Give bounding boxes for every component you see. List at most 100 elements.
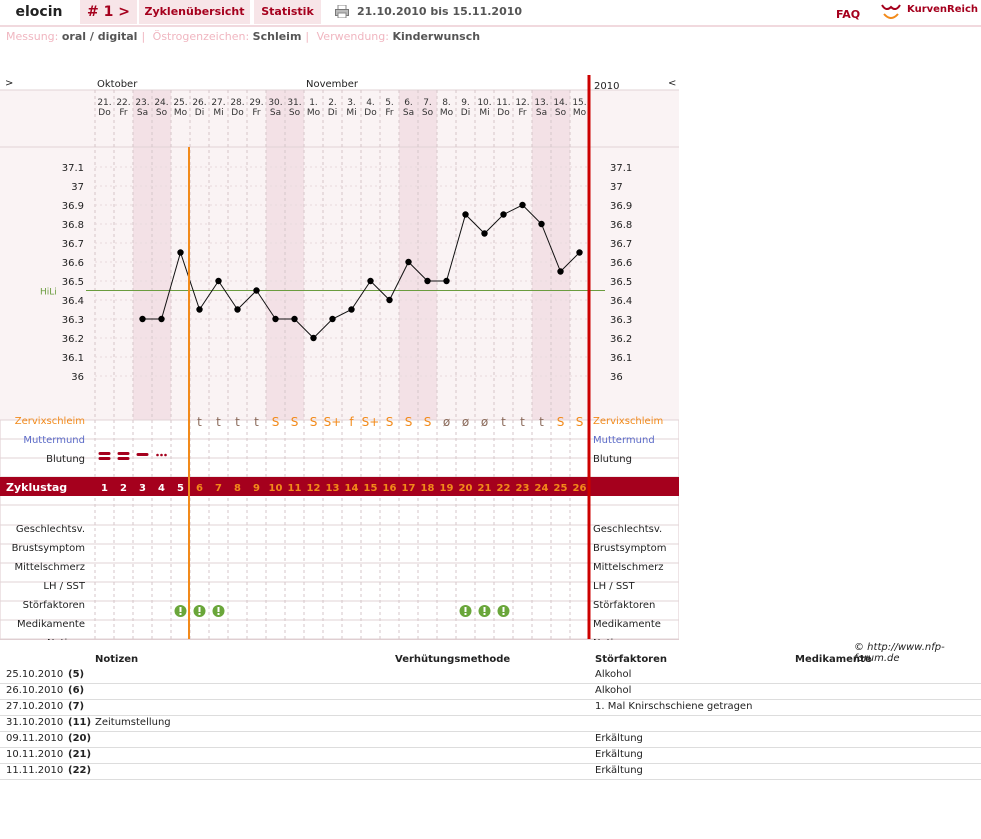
y-tick-left: 37	[71, 182, 84, 193]
day-weekday: Fr	[119, 108, 128, 118]
month-label: Oktober	[97, 79, 138, 90]
cycle-day-number: 5	[177, 483, 184, 494]
table-row: 25.10.2010 (5) Alkohol	[0, 668, 981, 684]
weekend-band	[399, 90, 418, 420]
note-date: 10.11.2010	[6, 749, 64, 760]
cycle-day-number: 2	[120, 483, 127, 494]
note-date: 31.10.2010	[6, 717, 64, 728]
zervix-mark: t	[254, 415, 259, 429]
zervix-mark: t	[539, 415, 544, 429]
note-date: 26.10.2010	[6, 685, 64, 696]
temperature-point	[158, 315, 165, 323]
y-tick-left: 36.3	[62, 315, 84, 326]
warning-icon-dot	[464, 613, 467, 615]
blutung-label-left: Blutung	[46, 454, 85, 465]
header-stoerfaktoren: Störfaktoren	[595, 654, 668, 665]
y-tick-left: 36.1	[62, 353, 84, 364]
day-weekday: Mo	[174, 108, 188, 118]
year-label: 2010	[594, 81, 619, 92]
day-date: 4.	[366, 98, 375, 108]
day-weekday: Do	[231, 108, 244, 118]
day-date: 1.	[309, 98, 318, 108]
day-weekday: Do	[497, 108, 510, 118]
day-date: 12.	[515, 98, 529, 108]
zervix-mark: S+	[362, 415, 380, 429]
warning-icon-dot	[179, 613, 182, 615]
warning-icon-dot	[217, 613, 220, 615]
y-tick-left: 36	[71, 372, 84, 383]
hili-label: HiLi	[40, 288, 57, 298]
zervix-mark: S	[386, 415, 394, 429]
measurement-info: Messung: oral / digital | Östrogenzeichen…	[6, 30, 481, 43]
day-weekday: So	[289, 108, 301, 118]
printer-icon[interactable]	[335, 5, 349, 18]
temperature-point	[424, 277, 431, 285]
cycle-day-label: Zyklustag	[6, 481, 67, 494]
temperature-point	[462, 211, 469, 218]
row-label-left: Geschlechtsv.	[16, 524, 85, 535]
note-cycle-day: (20)	[68, 733, 92, 744]
warning-icon-dot	[198, 613, 201, 615]
meta-label-verwendung: Verwendung:	[316, 30, 389, 43]
note-cycle-day: (21)	[68, 749, 92, 760]
bleeding-heavy	[117, 457, 130, 460]
cycle-selector[interactable]: # 1 >	[80, 0, 137, 24]
logo-text[interactable]: KurvenReich	[907, 4, 978, 15]
faq-link[interactable]: FAQ	[836, 8, 860, 21]
day-date: 13.	[534, 98, 548, 108]
cycle-day-number: 13	[326, 483, 340, 494]
day-weekday: So	[422, 108, 434, 118]
row-label-right: Störfaktoren	[593, 600, 655, 611]
note-date: 25.10.2010	[6, 669, 64, 680]
day-weekday: Mo	[307, 108, 321, 118]
cycle-day-number: 4	[158, 483, 165, 494]
row-label-left: Störfaktoren	[23, 600, 85, 611]
tab-statistik[interactable]: Statistik	[254, 0, 321, 24]
day-date: 21.	[97, 98, 111, 108]
y-tick-left: 37.1	[62, 163, 84, 174]
table-row: 09.11.2010 (20) Erkältung	[0, 732, 981, 748]
weekend-band	[133, 90, 152, 420]
temperature-point	[177, 249, 184, 256]
bleeding-heavy	[117, 452, 130, 455]
bleeding-medium	[136, 453, 149, 456]
tab-zyklenuebersicht[interactable]: Zyklenübersicht	[139, 0, 250, 24]
day-date: 2.	[328, 98, 337, 108]
day-weekday: Di	[328, 108, 337, 118]
day-weekday: Sa	[536, 108, 547, 118]
day-date: 26.	[192, 98, 206, 108]
day-weekday: Do	[364, 108, 377, 118]
weekend-band	[266, 90, 285, 420]
note-stoerfaktor: Alkohol	[595, 685, 632, 696]
table-row: 31.10.2010 (11) Zeitumstellung	[0, 716, 981, 732]
y-tick-right: 36.7	[610, 239, 632, 250]
note-text: Zeitumstellung	[95, 717, 171, 728]
username: elocin	[0, 0, 78, 24]
row-label-left: Medikamente	[17, 619, 85, 630]
note-cycle-day: (6)	[68, 685, 85, 696]
cycle-day-number: 10	[269, 483, 283, 494]
header-verhuetung: Verhütungsmethode	[395, 654, 511, 665]
y-tick-left: 36.5	[62, 277, 84, 288]
day-date: 24.	[154, 98, 168, 108]
note-stoerfaktor: Erkältung	[595, 733, 643, 744]
day-weekday: So	[555, 108, 567, 118]
warning-icon-mark	[483, 607, 486, 612]
zervix-mark: S	[557, 415, 565, 429]
next-arrow: <	[668, 78, 676, 89]
zervix-mark: t	[235, 415, 240, 429]
warning-icon-mark	[464, 607, 467, 612]
day-weekday: Mi	[346, 108, 356, 118]
row-label-left: Notizen	[47, 638, 85, 640]
note-date: 09.11.2010	[6, 733, 64, 744]
day-date: 28.	[230, 98, 244, 108]
day-date: 22.	[116, 98, 130, 108]
temperature-point	[272, 315, 279, 323]
day-weekday: Sa	[137, 108, 148, 118]
zervix-mark: ø	[443, 415, 450, 429]
cycle-day-number: 20	[459, 483, 473, 494]
logo-icon[interactable]	[880, 2, 902, 22]
row-label-right: Geschlechtsv.	[593, 524, 662, 535]
cycle-day-number: 3	[139, 483, 146, 494]
zervix-mark: S	[576, 415, 584, 429]
